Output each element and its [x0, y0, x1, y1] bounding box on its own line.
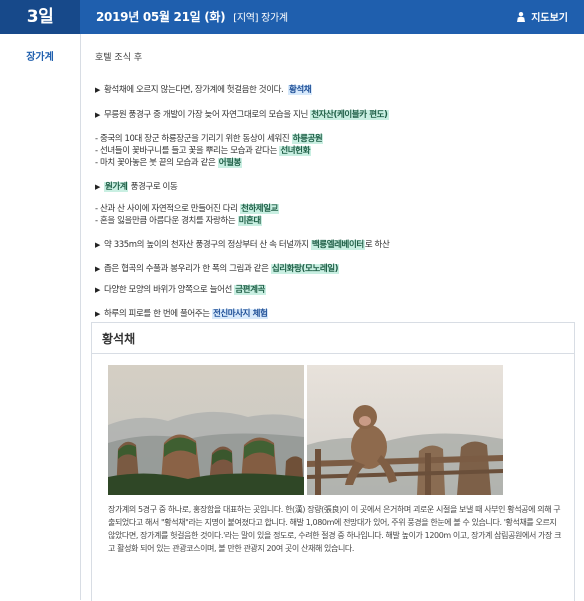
place-highlight: 선녀헌화 [279, 146, 312, 156]
map-view-button[interactable]: 지도보기 [515, 9, 568, 24]
triangle-right-icon: ▶ [95, 241, 100, 249]
card-title: 황석채 [102, 332, 136, 346]
place-highlight: 미혼대 [237, 216, 262, 226]
place-highlight: 천하제일교 [239, 204, 280, 214]
place-highlight: 금편계곡 [234, 285, 266, 295]
hotel-note: 호텔 조식 후 [95, 53, 143, 63]
region-text: [지역] 장가계 [233, 13, 288, 24]
schedule-item: ▶ 원가계 풍경구로 이동 [95, 182, 178, 192]
place-highlight: 어필봉 [217, 158, 242, 168]
schedule-item: ▶ 좁은 협곡의 수풀과 봉우리가 한 폭의 그림과 같은 십리화랑(모노레일) [95, 264, 340, 274]
triangle-right-icon: ▶ [95, 183, 100, 191]
schedule-item: ▶ 다양한 모양의 바위가 양쪽으로 늘어선 금편계곡 [95, 285, 266, 295]
day-header: 3일 2019년 05월 21일 (화) [지역] 장가계 지도보기 [0, 0, 584, 34]
schedule-item: ▶ 무릉원 풍경구 중 개발이 가장 늦어 자연그대로의 모습을 지닌 천자산(케… [95, 110, 389, 120]
triangle-right-icon: ▶ [95, 310, 100, 318]
attraction-card: 황석채 장가계의 5경구 중 하나로, 홍장함을 대표하는 곳입니다. 한(漢)… [91, 322, 575, 601]
schedule-subitem: - 마치 꽃아놓은 붓 끝의 모습과 같은 어필봉 [95, 158, 242, 168]
schedule-subitem: - 중국의 10대 장군 하룡장군을 기리기 위한 동상이 세워진 하룡공원 [95, 134, 324, 144]
city-name: 장가계 [26, 52, 54, 63]
place-highlight: 원가계 [103, 182, 129, 192]
schedule-item: ▶ 약 335m의 높이의 천자산 풍경구의 정상부터 산 속 터널까지 백룡엘레… [95, 240, 390, 250]
triangle-right-icon: ▶ [95, 265, 100, 273]
place-highlight: 천자산(케이블카 편도) [310, 110, 389, 120]
triangle-right-icon: ▶ [95, 286, 100, 294]
map-view-label: 지도보기 [531, 13, 568, 24]
attraction-description: 장가계의 5경구 중 하나로, 홍장함을 대표하는 곳입니다. 한(漢) 장량(… [108, 505, 562, 553]
card-title-bar: 황석채 [92, 323, 574, 354]
place-highlight: 하룡공원 [291, 134, 324, 144]
schedule-subitem: - 선녀들이 꽃바구니를 들고 꽃을 뿌리는 모습과 같다는 선녀헌화 [95, 146, 312, 156]
schedule-item: ▶ 황석채에 오르지 않는다면, 장가계에 헛걸음한 것이다. 황석채 [95, 85, 313, 95]
landscape-photo [108, 365, 304, 495]
schedule-content: 호텔 조식 후 ▶ 황석채에 오르지 않는다면, 장가계에 헛걸음한 것이다. 황… [81, 34, 584, 601]
schedule-item: ▶ 하루의 피로를 한 번에 풀어주는 전신마사지 체험 [95, 309, 269, 319]
city-column: 장가계 [0, 34, 81, 600]
schedule-subitem: - 혼을 잃을만큼 아름다운 경치를 자랑하는 미혼대 [95, 216, 262, 226]
triangle-right-icon: ▶ [95, 86, 100, 94]
date-text: 2019년 05월 21일 (화) [96, 10, 226, 24]
place-highlight: 전신마사지 체험 [211, 309, 269, 319]
place-highlight: 황석채 [287, 85, 313, 95]
day-date: 2019년 05월 21일 (화) [지역] 장가계 [96, 0, 288, 34]
day-number: 3일 [0, 0, 80, 34]
triangle-right-icon: ▶ [95, 111, 100, 119]
person-pin-icon [517, 11, 526, 22]
schedule-subitem: - 산과 산 사이에 자연적으로 만들어진 다리 천하제일교 [95, 204, 280, 214]
place-highlight: 십리화랑(모노레일) [270, 264, 340, 274]
place-highlight: 백룡엘레베이터 [310, 240, 365, 250]
monkey-photo [307, 365, 503, 495]
